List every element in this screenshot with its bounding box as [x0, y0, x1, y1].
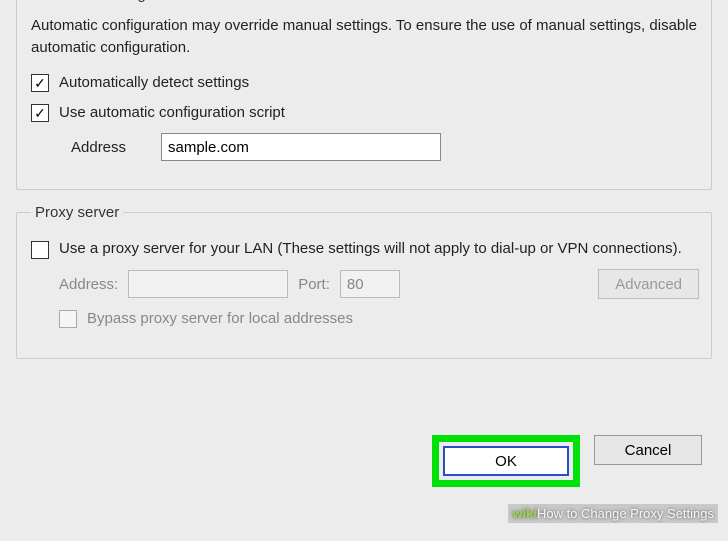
watermark-brand: wiki — [512, 506, 537, 521]
auto-config-description: Automatic configuration may override man… — [31, 15, 699, 59]
bypass-label: Bypass proxy server for local addresses — [87, 309, 353, 329]
script-address-label: Address — [71, 139, 161, 156]
use-script-label: Use automatic configuration script — [59, 103, 285, 123]
cancel-button[interactable]: Cancel — [594, 435, 702, 465]
use-proxy-label: Use a proxy server for your LAN (These s… — [59, 239, 682, 259]
dialog-button-bar: OK Cancel — [432, 427, 722, 499]
proxy-address-row: Address: Port: Advanced — [59, 269, 699, 299]
auto-detect-checkbox[interactable]: ✓ — [31, 74, 49, 92]
advanced-button: Advanced — [598, 269, 699, 299]
use-script-checkbox[interactable]: ✓ — [31, 104, 49, 122]
script-address-input[interactable] — [161, 133, 441, 161]
use-script-row[interactable]: ✓ Use automatic configuration script — [31, 103, 699, 123]
check-icon: ✓ — [34, 106, 46, 120]
proxy-port-label: Port: — [298, 276, 330, 293]
automatic-configuration-group: Automatic configuration Automatic config… — [16, 0, 712, 190]
watermark: wikiHow to Change Proxy Settings — [508, 504, 718, 523]
use-proxy-checkbox[interactable] — [31, 241, 49, 259]
proxy-server-legend: Proxy server — [31, 204, 123, 221]
ok-button[interactable]: OK — [443, 446, 569, 476]
use-proxy-row[interactable]: Use a proxy server for your LAN (These s… — [31, 239, 699, 259]
proxy-server-group: Proxy server Use a proxy server for your… — [16, 204, 712, 359]
automatic-configuration-legend: Automatic configuration — [31, 0, 196, 3]
proxy-port-input — [340, 270, 400, 298]
script-address-row: Address — [71, 133, 699, 161]
bypass-row: Bypass proxy server for local addresses — [59, 309, 699, 329]
watermark-text: How to Change Proxy Settings — [537, 506, 714, 521]
ok-highlight: OK — [432, 435, 580, 487]
proxy-address-label: Address: — [59, 276, 118, 293]
auto-detect-label: Automatically detect settings — [59, 73, 249, 93]
auto-detect-row[interactable]: ✓ Automatically detect settings — [31, 73, 699, 93]
check-icon: ✓ — [34, 76, 46, 90]
proxy-address-input — [128, 270, 288, 298]
bypass-checkbox — [59, 310, 77, 328]
